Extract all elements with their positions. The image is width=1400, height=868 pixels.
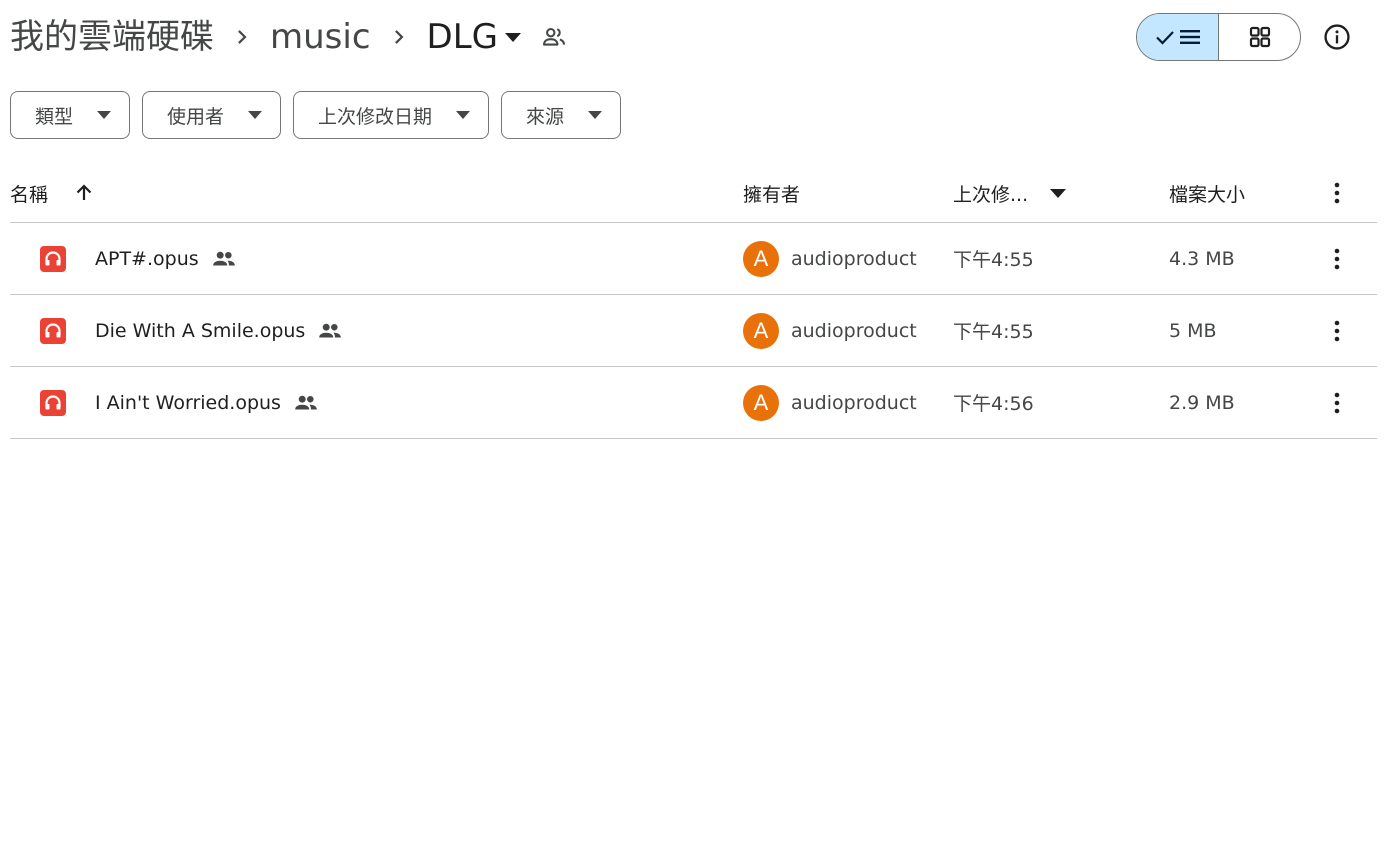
filter-modified-label: 上次修改日期 [318, 105, 433, 128]
avatar: A [743, 240, 779, 277]
modified-time: 下午4:55 [953, 249, 1034, 271]
file-size: 2.9 MB [1169, 391, 1235, 414]
column-modified-header[interactable]: 上次修... [953, 164, 1067, 222]
file-size: 4.3 MB [1169, 247, 1235, 270]
owner-cell: A audioproduct [743, 367, 917, 438]
file-name-cell[interactable]: Die With A Smile.opus [95, 295, 343, 366]
table-header: 名稱 擁有者 上次修... 檔案大小 [10, 164, 1377, 223]
owner-name: audioproduct [791, 247, 917, 270]
row-more-button[interactable] [1317, 367, 1357, 438]
filter-people-label: 使用者 [167, 105, 225, 128]
more-vertical-icon [1317, 383, 1357, 423]
column-name-label: 名稱 [10, 183, 49, 206]
owner-name: audioproduct [791, 391, 917, 414]
column-owner-header[interactable]: 擁有者 [743, 164, 800, 222]
caret-down-icon[interactable] [1050, 188, 1067, 198]
avatar: A [743, 384, 779, 421]
info-icon [1324, 24, 1350, 50]
audio-file-icon [40, 223, 66, 294]
table-row[interactable]: APT#.opus A audioproduct 下午4:55 4.3 MB [10, 223, 1377, 295]
breadcrumb-root[interactable]: 我的雲端硬碟 [10, 14, 214, 60]
more-vertical-icon [1317, 311, 1357, 351]
file-size: 5 MB [1169, 319, 1217, 342]
check-list-icon [1155, 30, 1200, 45]
column-size-label: 檔案大小 [1169, 183, 1246, 206]
caret-down-icon [97, 111, 112, 119]
filter-bar: 類型 使用者 上次修改日期 來源 [10, 91, 622, 139]
shared-people-icon [293, 390, 319, 416]
column-size-header[interactable]: 檔案大小 [1169, 164, 1245, 222]
filter-source-label: 來源 [526, 105, 565, 128]
chevron-right-icon [214, 14, 270, 60]
caret-down-icon [588, 111, 603, 119]
shared-people-icon [211, 246, 237, 272]
breadcrumb-current-folder[interactable]: DLG [427, 14, 498, 60]
filter-type-chip[interactable]: 類型 [10, 91, 131, 139]
table-row[interactable]: I Ain't Worried.opus A audioproduct 下午4:… [10, 367, 1377, 439]
file-name: APT#.opus [95, 247, 199, 270]
shared-people-icon [317, 318, 343, 344]
info-button[interactable] [1317, 17, 1357, 57]
owner-cell: A audioproduct [743, 295, 917, 366]
filter-modified-chip[interactable]: 上次修改日期 [293, 91, 490, 139]
drive-page: 我的雲端硬碟 music DLG 類型 使用者 上次修改日期 來源 名稱 擁有者… [0, 0, 1400, 868]
caret-down-icon [248, 111, 263, 119]
caret-down-icon [456, 111, 471, 119]
audio-file-icon [40, 295, 66, 366]
filter-source-chip[interactable]: 來源 [501, 91, 622, 139]
chevron-right-icon [371, 14, 427, 60]
column-name-header[interactable]: 名稱 [10, 164, 94, 222]
file-table: 名稱 擁有者 上次修... 檔案大小 APT#.opus A audioprod… [10, 164, 1377, 439]
row-more-button[interactable] [1317, 223, 1357, 294]
caret-down-icon[interactable] [498, 14, 528, 60]
filter-people-chip[interactable]: 使用者 [142, 91, 282, 139]
breadcrumb-music[interactable]: music [270, 14, 371, 60]
modified-time: 下午4:56 [953, 393, 1034, 415]
sort-arrow-up-icon[interactable] [74, 183, 94, 203]
grid-icon [1249, 26, 1270, 48]
file-name: I Ain't Worried.opus [95, 391, 281, 414]
filter-type-label: 類型 [35, 105, 74, 128]
more-vertical-icon [1317, 239, 1357, 279]
grid-view-button[interactable] [1219, 14, 1300, 60]
shared-folder-icon[interactable] [534, 14, 574, 60]
table-row[interactable]: Die With A Smile.opus A audioproduct 下午4… [10, 295, 1377, 367]
owner-name: audioproduct [791, 319, 917, 342]
column-options-button[interactable] [1317, 164, 1357, 222]
header: 我的雲端硬碟 music DLG [0, 0, 1400, 76]
audio-file-icon [40, 367, 66, 438]
avatar: A [743, 312, 779, 349]
list-view-button[interactable] [1137, 14, 1219, 60]
breadcrumb: 我的雲端硬碟 music DLG [10, 14, 574, 60]
column-owner-label: 擁有者 [743, 183, 801, 206]
modified-time: 下午4:55 [953, 321, 1034, 343]
more-vertical-icon [1317, 173, 1357, 213]
file-name: Die With A Smile.opus [95, 319, 306, 342]
view-toggle [1136, 13, 1301, 61]
owner-cell: A audioproduct [743, 223, 917, 294]
file-name-cell[interactable]: I Ain't Worried.opus [95, 367, 319, 438]
row-more-button[interactable] [1317, 295, 1357, 366]
file-name-cell[interactable]: APT#.opus [95, 223, 237, 294]
column-modified-label: 上次修... [953, 183, 1029, 206]
